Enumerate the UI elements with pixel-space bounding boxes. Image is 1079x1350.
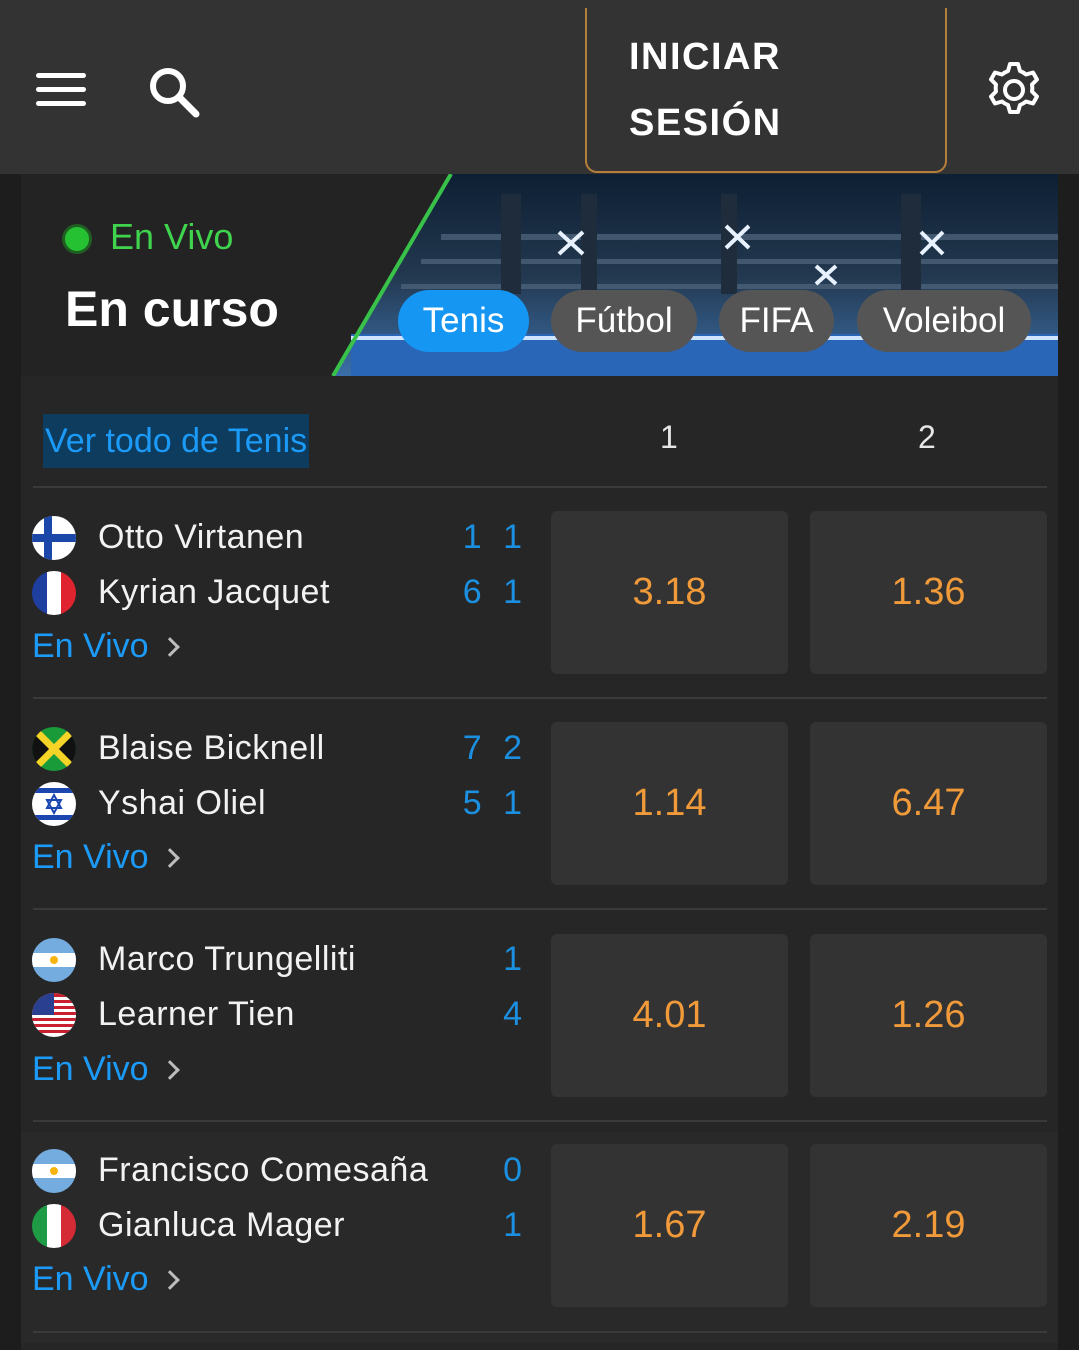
odd-button-1[interactable]: 3.18 — [551, 511, 788, 674]
chevron-right-icon — [160, 1270, 180, 1290]
finland-flag-icon — [32, 516, 76, 560]
france-flag-icon — [32, 571, 76, 615]
search-icon[interactable] — [146, 64, 200, 118]
match-row: Otto Virtanen 1 1 Kyrian Jacquet 6 1 En … — [21, 499, 1058, 710]
player-score: 6 1 — [462, 573, 528, 611]
live-link[interactable]: En Vivo — [32, 838, 149, 877]
live-label: En Vivo — [110, 216, 234, 257]
odd-button-1[interactable]: 1.14 — [551, 722, 788, 885]
live-hero-banner: En Vivo En curso Tenis Fútbol FIFA Volei… — [21, 174, 1058, 376]
tab-fifa[interactable]: FIFA — [719, 290, 834, 352]
menu-icon[interactable] — [36, 70, 86, 108]
tab-futbol[interactable]: Fútbol — [551, 290, 697, 352]
gear-icon[interactable] — [984, 60, 1044, 120]
jamaica-flag-icon — [32, 727, 76, 771]
player-name: Blaise Bicknell — [98, 729, 325, 767]
player-name: Kyrian Jacquet — [98, 573, 330, 611]
see-all-tenis-link[interactable]: Ver todo de Tenis — [43, 414, 310, 468]
hero-title: En curso — [65, 281, 279, 337]
live-link[interactable]: En Vivo — [32, 1260, 149, 1299]
login-label-line1: INICIAR — [629, 36, 781, 78]
live-events-panel: En Vivo En curso Tenis Fútbol FIFA Volei… — [21, 174, 1058, 1350]
column-header-1: 1 — [660, 419, 678, 455]
player-name: Yshai Oliel — [98, 784, 267, 822]
odd-button-2[interactable]: 1.26 — [810, 934, 1047, 1097]
login-button[interactable]: INICIAR SESIÓN — [585, 8, 947, 173]
player-name: Marco Trungelliti — [98, 940, 356, 978]
odd-button-1[interactable]: 4.01 — [551, 934, 788, 1097]
chevron-right-icon — [160, 637, 180, 657]
top-bar: INICIAR SESIÓN — [0, 0, 1079, 174]
match-row: Francisco Comesaña 0 Gianluca Mager 1 En… — [21, 1132, 1058, 1343]
chevron-right-icon — [160, 848, 180, 868]
player-name: Otto Virtanen — [98, 518, 305, 556]
player-name: Francisco Comesaña — [98, 1151, 429, 1189]
argentina-flag-icon — [32, 1149, 76, 1193]
chevron-right-icon — [160, 1060, 180, 1080]
live-link[interactable]: En Vivo — [32, 627, 149, 666]
divider — [33, 908, 1047, 910]
divider — [33, 697, 1047, 699]
live-link[interactable]: En Vivo — [32, 1050, 149, 1089]
odd-button-1[interactable]: 1.67 — [551, 1144, 788, 1307]
usa-flag-icon — [32, 993, 76, 1037]
column-header-2: 2 — [918, 419, 936, 455]
divider — [33, 1331, 1047, 1333]
player-score: 5 1 — [462, 784, 528, 822]
player-score: 4 — [503, 995, 528, 1033]
player-score: 1 1 — [462, 518, 528, 556]
odd-button-2[interactable]: 1.36 — [810, 511, 1047, 674]
player-name: Learner Tien — [98, 995, 295, 1033]
italy-flag-icon — [32, 1204, 76, 1248]
player-score: 1 — [503, 940, 528, 978]
divider — [33, 486, 1047, 488]
match-row: Blaise Bicknell 7 2 Yshai Oliel 5 1 En V… — [21, 710, 1058, 921]
odd-button-2[interactable]: 2.19 — [810, 1144, 1047, 1307]
divider — [33, 1120, 1047, 1122]
tab-voleibol[interactable]: Voleibol — [857, 290, 1031, 352]
live-indicator-dot — [62, 224, 92, 254]
argentina-flag-icon — [32, 938, 76, 982]
match-row: Marco Trungelliti 1 Learner Tien 4 En Vi… — [21, 922, 1058, 1133]
odd-button-2[interactable]: 6.47 — [810, 722, 1047, 885]
player-score: 0 — [503, 1151, 528, 1189]
player-name: Gianluca Mager — [98, 1206, 346, 1244]
israel-flag-icon — [32, 782, 76, 826]
player-score: 7 2 — [462, 729, 528, 767]
tab-tenis[interactable]: Tenis — [398, 290, 529, 352]
login-label-line2: SESIÓN — [629, 102, 782, 144]
player-score: 1 — [503, 1206, 528, 1244]
